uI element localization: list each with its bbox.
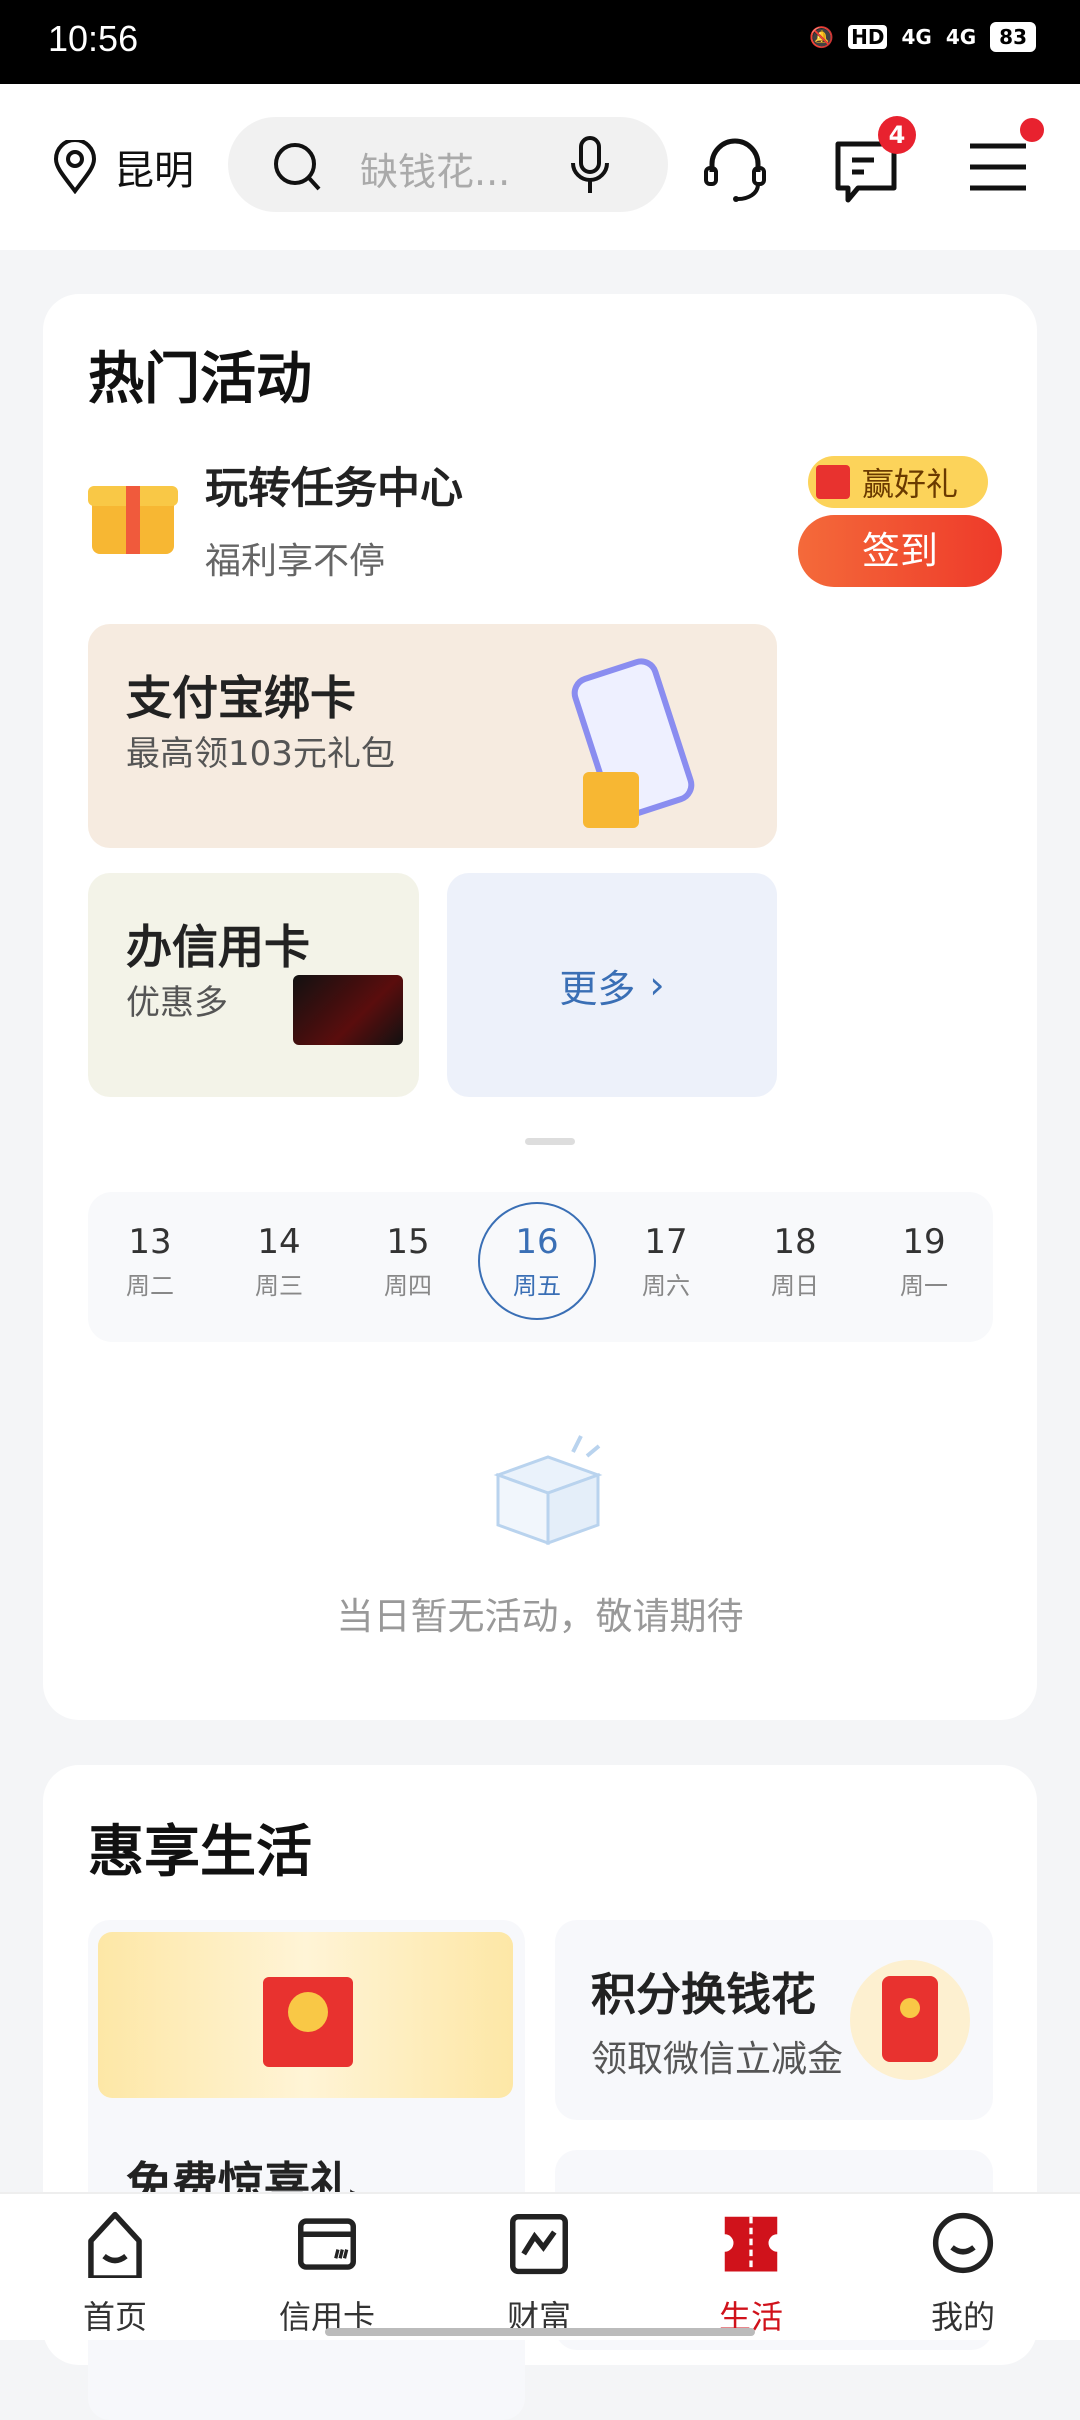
date-weekday: 周五 <box>513 1272 561 1300</box>
date-item[interactable]: 14 周三 <box>224 1222 334 1301</box>
messages-button[interactable]: 4 <box>832 116 916 208</box>
date-day: 16 <box>515 1222 559 1262</box>
date-day: 18 <box>773 1222 817 1262</box>
status-icons: 🔕 HD 4G 4G 83 <box>809 22 1036 52</box>
points-title: 积分换钱花 <box>591 1968 817 2021</box>
home-icon <box>88 2211 142 2281</box>
status-time: 10:56 <box>48 18 139 59</box>
date-day: 19 <box>902 1222 946 1262</box>
location-selector[interactable]: 昆明 <box>52 138 194 196</box>
chevron-right-icon: › <box>649 963 665 1007</box>
reward-badge-label: 赢好礼 <box>862 465 959 503</box>
gift-icon <box>88 464 178 556</box>
date-weekday: 周二 <box>126 1272 174 1300</box>
more-button[interactable]: 更多 › <box>447 873 777 1097</box>
section-title: 热门活动 <box>88 347 312 412</box>
search-icon <box>274 143 321 191</box>
task-subtitle: 福利享不停 <box>205 541 386 582</box>
credit-subtitle: 优惠多 <box>126 983 228 1023</box>
reward-badge: 赢好礼 <box>808 456 988 508</box>
bottom-tab-bar: 首页 信用卡 财富 生活我的 <box>0 2192 1080 2340</box>
signal-icon: 4G <box>901 25 932 49</box>
more-label: 更多 <box>559 966 636 1011</box>
alipay-bind-card-tile[interactable]: 支付宝绑卡 最高领103元礼包 <box>88 624 777 848</box>
date-item[interactable]: 19 周一 <box>869 1222 979 1301</box>
date-item[interactable]: 13 周二 <box>95 1222 205 1301</box>
empty-box-icon <box>493 1435 603 1546</box>
microphone-icon[interactable] <box>568 135 612 195</box>
date-day: 13 <box>128 1222 172 1262</box>
date-selector: 13 周二 14 周三 15 周四 16 周五 17 周六 18 周日 19 周一 <box>88 1192 993 1342</box>
date-weekday: 周四 <box>384 1272 432 1300</box>
date-weekday: 周日 <box>771 1272 819 1300</box>
tab-life-ticket[interactable]: 生活 <box>651 2208 851 2338</box>
wealth-chart-icon <box>510 2214 568 2275</box>
task-title[interactable]: 玩转任务中心 <box>205 454 463 516</box>
points-subtitle: 领取微信立减金 <box>591 2039 844 2080</box>
page-indicator <box>525 1138 575 1145</box>
red-envelope-icon <box>816 465 850 499</box>
signal-icon-2: 4G <box>945 25 977 49</box>
battery-icon: 83 <box>990 22 1036 52</box>
location-label: 昆明 <box>114 148 194 194</box>
gift-box-banner <box>98 1932 513 2098</box>
menu-dot <box>1020 118 1044 142</box>
customer-service-icon[interactable] <box>700 134 770 204</box>
tab-profile[interactable]: 我的 <box>863 2208 1063 2338</box>
date-weekday: 周一 <box>900 1272 948 1300</box>
search-input[interactable]: 缺钱花... <box>228 117 668 212</box>
date-day: 17 <box>644 1222 688 1262</box>
red-envelope-icon <box>850 1960 970 2080</box>
tab-label: 我的 <box>930 2298 995 2336</box>
points-exchange-tile[interactable]: 积分换钱花 领取微信立减金 <box>555 1920 993 2120</box>
checkin-button[interactable]: 签到 <box>798 515 1002 587</box>
search-placeholder: 缺钱花... <box>360 150 511 194</box>
date-day: 15 <box>386 1222 430 1262</box>
home-indicator <box>325 2328 755 2336</box>
credit-card-icon <box>298 2218 356 2270</box>
date-item[interactable]: 16 周五 <box>478 1202 596 1320</box>
alipay-subtitle: 最高领103元礼包 <box>126 734 395 774</box>
date-weekday: 周三 <box>255 1272 303 1300</box>
menu-icon <box>970 143 1026 191</box>
alipay-title: 支付宝绑卡 <box>126 671 356 725</box>
surprise-gift-tile[interactable]: 免费惊喜礼 <box>88 1920 525 2420</box>
hd-icon: HD <box>848 25 888 49</box>
hot-activities-card: 热门活动 玩转任务中心 福利享不停 赢好礼 签到 支付宝绑卡 最高领103元礼包… <box>43 294 1037 1720</box>
message-badge: 4 <box>878 116 916 154</box>
date-day: 14 <box>257 1222 301 1262</box>
date-weekday: 周六 <box>642 1272 690 1300</box>
date-item[interactable]: 17 周六 <box>611 1222 721 1301</box>
tab-home[interactable]: 首页 <box>15 2208 215 2338</box>
location-pin-icon <box>53 140 97 194</box>
credit-title: 办信用卡 <box>126 920 310 974</box>
life-ticket-icon <box>724 2216 778 2272</box>
credit-card-tile[interactable]: 办信用卡 优惠多 <box>88 873 419 1097</box>
gift-illustration <box>583 772 639 828</box>
menu-button[interactable] <box>968 118 1044 198</box>
date-item[interactable]: 15 周四 <box>353 1222 463 1301</box>
tab-label: 首页 <box>82 2298 147 2336</box>
tab-wealth-chart[interactable]: 财富 <box>439 2208 639 2338</box>
mute-icon: 🔕 <box>809 25 835 49</box>
profile-icon <box>932 2212 994 2274</box>
credit-card-image <box>293 975 403 1045</box>
header: 昆明 缺钱花... 4 <box>0 84 1080 250</box>
empty-state-text: 当日暂无活动，敬请期待 <box>336 1595 744 1638</box>
status-bar: 10:56 🔕 HD 4G 4G 83 <box>0 0 1080 84</box>
tab-credit-card[interactable]: 信用卡 <box>227 2208 427 2338</box>
section-title: 惠享生活 <box>88 1820 312 1885</box>
date-item[interactable]: 18 周日 <box>740 1222 850 1301</box>
